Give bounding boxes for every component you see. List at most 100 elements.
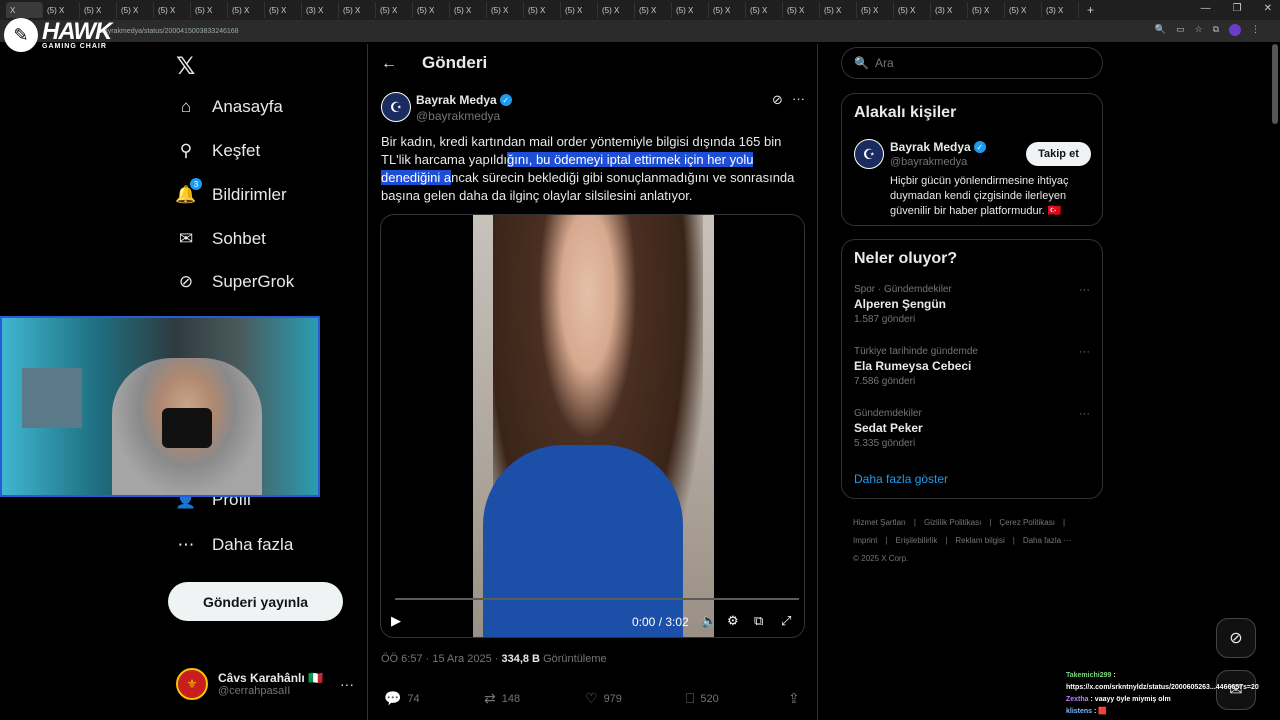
browser-tab[interactable]: (5) X xyxy=(746,2,783,18)
trend-more-icon[interactable]: ··· xyxy=(1079,346,1090,358)
account-switcher[interactable]: ⚜ Câvs Karahânlı 🇮🇹 @cerrahpasaII xyxy=(176,668,323,700)
footer-link[interactable]: Hizmet Şartları xyxy=(853,518,906,527)
address-bar[interactable]: bayrakmedya/status/2000415003833246168 🔍… xyxy=(0,20,1280,42)
browser-tab[interactable]: (5) X xyxy=(1005,2,1042,18)
post-button[interactable]: Gönderi yayınla xyxy=(168,582,343,621)
scrollbar[interactable] xyxy=(1272,44,1278,124)
nav-item-sohbet[interactable]: ✉ Sohbet xyxy=(176,229,266,249)
browser-tab[interactable]: (5) X xyxy=(857,2,894,18)
post-time[interactable]: ÖÖ 6:57 · 15 Ara 2025 · xyxy=(381,653,498,665)
browser-tab[interactable]: (5) X xyxy=(191,2,228,18)
search-box[interactable]: 🔍 Ara xyxy=(841,47,1103,79)
settings-icon[interactable]: ⚙ xyxy=(727,613,739,629)
grok-fab-icon[interactable]: ⊘ xyxy=(1216,618,1256,658)
footer-link[interactable]: Reklam bilgisi xyxy=(955,536,1004,545)
browser-tab[interactable]: (5) X xyxy=(376,2,413,18)
browser-tab[interactable]: (3) X xyxy=(931,2,968,18)
browser-tab[interactable]: (3) X xyxy=(1042,2,1079,18)
trend-more-icon[interactable]: ··· xyxy=(1079,284,1090,296)
post-more-icon[interactable]: ··· xyxy=(792,91,805,106)
share-button[interactable]: ⇪ xyxy=(788,690,800,707)
browser-tab[interactable]: (5) X xyxy=(413,2,450,18)
webcam-overlay xyxy=(0,316,320,497)
reply-button[interactable]: 💬 74 xyxy=(384,690,420,707)
trend-name: Alperen Şengün xyxy=(854,297,947,311)
profile-avatar[interactable] xyxy=(1229,24,1241,36)
related-name-row[interactable]: Bayrak Medya ✓ xyxy=(890,140,986,154)
browser-tab[interactable]: (5) X xyxy=(339,2,376,18)
video-player[interactable]: ▶ 0:00 / 3:02 🔈 ⚙ ⧉ ⤢ xyxy=(380,214,805,638)
browser-tab[interactable]: (5) X xyxy=(635,2,672,18)
related-handle[interactable]: @bayrakmedya xyxy=(890,156,967,168)
related-name[interactable]: Bayrak Medya xyxy=(890,140,971,154)
browser-tab[interactable]: (3) X xyxy=(302,2,339,18)
play-icon[interactable]: ▶ xyxy=(391,613,401,629)
close-icon[interactable]: ✕ xyxy=(1264,3,1272,14)
author-avatar[interactable]: ☪ xyxy=(381,92,411,122)
star-icon[interactable]: ☆ xyxy=(1194,24,1202,36)
browser-tab[interactable]: (5) X xyxy=(117,2,154,18)
x-logo-icon[interactable]: 𝕏 xyxy=(176,52,195,81)
fullscreen-icon[interactable]: ⤢ xyxy=(781,613,791,629)
pip-icon[interactable]: ⧉ xyxy=(754,613,763,629)
video-progress-bar[interactable] xyxy=(395,598,799,600)
trend-item[interactable]: Spor · Gündemdekiler Alperen Şengün 1.587 … xyxy=(854,284,1092,325)
footer-link[interactable]: Erişilebilirlik xyxy=(896,536,938,545)
browser-tab[interactable]: (5) X xyxy=(487,2,524,18)
extensions-icon[interactable]: ⧉ xyxy=(1213,24,1219,36)
bookmark-button[interactable]: ⎕ 520 xyxy=(686,690,719,707)
search-input[interactable]: Ara xyxy=(875,56,894,70)
new-tab-icon[interactable]: + xyxy=(1087,3,1094,17)
nav-item-supergrok[interactable]: ⊘ SuperGrok xyxy=(176,272,294,292)
nav-item-anasayfa[interactable]: ⌂ Anasayfa xyxy=(176,97,283,117)
like-button[interactable]: ♡ 979 xyxy=(585,690,622,707)
restore-icon[interactable]: ❐ xyxy=(1233,3,1242,14)
browser-tab[interactable]: (5) X xyxy=(43,2,80,18)
author-name-row[interactable]: Bayrak Medya ✓ xyxy=(416,93,512,107)
browser-tab[interactable]: (5) X xyxy=(598,2,635,18)
cast-icon[interactable]: ▭ xyxy=(1176,24,1185,36)
repost-button[interactable]: ⇄ 148 xyxy=(484,690,520,707)
browser-tab[interactable]: (5) X xyxy=(783,2,820,18)
browser-tab[interactable]: (5) X xyxy=(228,2,265,18)
browser-tab[interactable]: (5) X xyxy=(80,2,117,18)
browser-tab[interactable]: (5) X xyxy=(968,2,1005,18)
footer-link[interactable]: Imprint xyxy=(853,536,877,545)
browser-tab[interactable]: (5) X xyxy=(524,2,561,18)
browser-tab[interactable]: (5) X xyxy=(672,2,709,18)
trend-item[interactable]: Gündemdekiler Sedat Peker 5.335 gönderi ··· xyxy=(854,408,1092,449)
nav-item-bildirimler[interactable]: 🔔 3 Bildirimler xyxy=(175,178,287,205)
browser-tab[interactable]: (5) X xyxy=(894,2,931,18)
trend-more-icon[interactable]: ··· xyxy=(1079,408,1090,420)
footer-link[interactable]: Gizlilik Politikası xyxy=(924,518,981,527)
nav-item-keşfet[interactable]: ⚲ Keşfet xyxy=(176,141,260,161)
related-avatar[interactable]: ☪ xyxy=(854,139,884,169)
browser-tab-title: (5) X xyxy=(158,5,176,15)
minimize-icon[interactable]: — xyxy=(1201,3,1211,14)
browser-tab[interactable]: (5) X xyxy=(154,2,191,18)
browser-tab[interactable]: X xyxy=(6,2,43,18)
back-arrow-icon[interactable]: ← xyxy=(381,55,397,73)
footer-link[interactable]: Çerez Politikası xyxy=(999,518,1055,527)
browser-tab[interactable]: (5) X xyxy=(820,2,857,18)
show-more-link[interactable]: Daha fazla göster xyxy=(854,472,948,486)
footer-link[interactable]: Daha fazla ··· xyxy=(1023,536,1071,545)
trend-item[interactable]: Türkiye tarihinde gündemde Ela Rumeysa Ce… xyxy=(854,346,1092,387)
account-more-icon[interactable]: ··· xyxy=(340,676,354,692)
footer-link[interactable]: © 2025 X Corp. xyxy=(853,554,908,563)
author-handle[interactable]: @bayrakmedya xyxy=(416,109,500,123)
browser-tab[interactable]: (5) X xyxy=(265,2,302,18)
url-text[interactable]: bayrakmedya/status/2000415003833246168 xyxy=(100,28,239,35)
zoom-icon[interactable]: 🔍 xyxy=(1155,24,1166,36)
follow-button[interactable]: Takip et xyxy=(1026,142,1091,166)
nav-item-daha-fazla[interactable]: ⋯ Daha fazla xyxy=(176,535,294,555)
menu-icon[interactable]: ⋮ xyxy=(1251,24,1260,36)
browser-tab[interactable]: (5) X xyxy=(561,2,598,18)
volume-icon[interactable]: 🔈 xyxy=(701,613,717,629)
chat-message: Takemichi299 : https://x.com/srkntnyldz/… xyxy=(1066,670,1280,694)
grok-icon[interactable]: ⊘ xyxy=(772,92,783,108)
author-name[interactable]: Bayrak Medya xyxy=(416,93,497,107)
video-frame[interactable] xyxy=(473,215,714,637)
browser-tab[interactable]: (5) X xyxy=(450,2,487,18)
browser-tab[interactable]: (5) X xyxy=(709,2,746,18)
